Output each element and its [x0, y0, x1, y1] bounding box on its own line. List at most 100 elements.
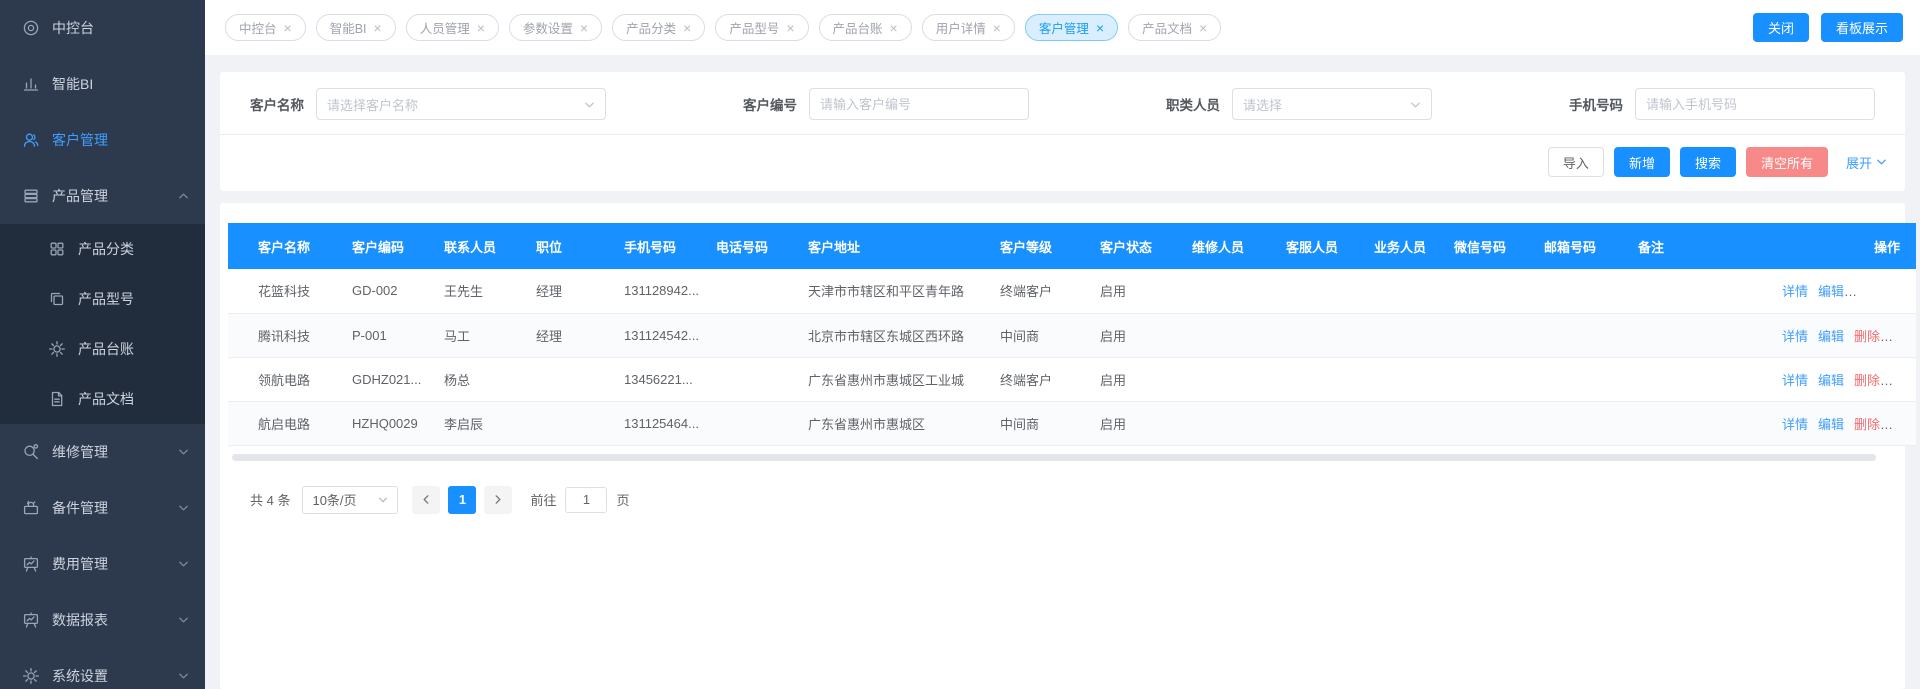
prev-page-button[interactable]: [412, 486, 440, 514]
filter-label-mobile: 手机号码: [1569, 94, 1623, 114]
sidebar-item-console[interactable]: 中控台: [0, 0, 205, 56]
delete-link[interactable]: 删除: [1860, 284, 1886, 299]
column-header: 操作: [1766, 223, 1916, 269]
table-cell: 腾讯科技: [228, 313, 346, 357]
table-cell: 领航电路: [228, 357, 346, 401]
close-tab-icon[interactable]: ×: [477, 21, 485, 35]
table-cell: 启用: [1094, 357, 1186, 401]
close-button[interactable]: 关闭: [1753, 13, 1809, 42]
customer-name-select[interactable]: 请选择客户名称: [316, 88, 606, 120]
close-tab-icon[interactable]: ×: [374, 21, 382, 35]
table-cell: [710, 357, 802, 401]
page-number-button[interactable]: 1: [448, 486, 476, 514]
horizontal-scrollbar[interactable]: [232, 454, 1893, 462]
sidebar-item-repair-mgmt[interactable]: 维修管理: [0, 424, 205, 480]
detail-link[interactable]: 详情: [1782, 284, 1808, 299]
row-actions: 详情编辑删除禁用: [1766, 401, 1916, 445]
chevron-down-icon: [178, 448, 189, 456]
kanban-button[interactable]: 看板展示: [1821, 13, 1903, 42]
table-cell: [1368, 269, 1448, 313]
filter-field-job-personnel: 职类人员请选择: [1166, 88, 1432, 120]
next-page-button[interactable]: [484, 486, 512, 514]
detail-link[interactable]: 详情: [1782, 417, 1808, 432]
tab-personnel-mgmt[interactable]: 人员管理×: [406, 14, 499, 41]
goto-suffix: 页: [616, 490, 629, 509]
tab-label: 中控台: [239, 18, 277, 37]
page-size-select[interactable]: 10条/页: [302, 486, 398, 514]
column-header: 客服人员: [1280, 223, 1368, 269]
tab-product-ledger[interactable]: 产品台账×: [819, 14, 912, 41]
goto-label: 前往: [530, 490, 556, 509]
close-tab-icon[interactable]: ×: [683, 21, 691, 35]
table-cell: [1448, 313, 1538, 357]
disable-link[interactable]: 禁用: [1896, 284, 1916, 299]
tab-product-docs[interactable]: 产品文档×: [1128, 14, 1221, 41]
sidebar-item-product-model[interactable]: 产品型号: [0, 274, 205, 324]
table-cell: 中间商: [994, 401, 1094, 445]
sidebar-item-product-category[interactable]: 产品分类: [0, 224, 205, 274]
tab-label: 客户管理: [1039, 18, 1089, 37]
job-personnel-select[interactable]: 请选择: [1232, 88, 1432, 120]
sidebar-item-smart-bi[interactable]: 智能BI: [0, 56, 205, 112]
clear-all-button[interactable]: 清空所有: [1746, 147, 1828, 177]
sidebar-item-product-mgmt[interactable]: 产品管理: [0, 168, 205, 224]
close-tab-icon[interactable]: ×: [580, 21, 588, 35]
tab-customer-mgmt[interactable]: 客户管理 ×: [1025, 14, 1118, 41]
table-cell: 广东省惠州市惠城区工业城: [802, 357, 994, 401]
horizontal-scrollbar-thumb[interactable]: [232, 454, 1876, 461]
delete-link[interactable]: 删除: [1854, 373, 1880, 388]
import-button[interactable]: 导入: [1548, 147, 1604, 177]
expand-filters-link[interactable]: 展开: [1846, 153, 1887, 172]
tab-product-model[interactable]: 产品型号×: [715, 14, 808, 41]
close-tab-icon[interactable]: ×: [993, 21, 1001, 35]
chevron-down-icon: [178, 616, 189, 624]
table-cell: 马工: [438, 313, 530, 357]
sidebar-item-product-docs[interactable]: 产品文档: [0, 374, 205, 424]
customer-code-input[interactable]: [809, 88, 1029, 120]
close-tab-icon[interactable]: ×: [284, 21, 292, 35]
sidebar-item-system-settings[interactable]: 系统设置: [0, 648, 205, 689]
add-button[interactable]: 新增: [1614, 147, 1670, 177]
sidebar: 中控台智能BI 客户管理产品管理产品分类产品型号产品台账产品文档维修管理备件管理费…: [0, 0, 205, 689]
edit-link[interactable]: 编辑: [1818, 284, 1844, 299]
table-cell: 经理: [530, 269, 618, 313]
close-tab-icon[interactable]: ×: [1199, 21, 1207, 35]
table-cell: 广东省惠州市惠城区: [802, 401, 994, 445]
disable-link[interactable]: 禁用: [1890, 417, 1916, 432]
disable-link[interactable]: 禁用: [1890, 373, 1916, 388]
filter-form-row: 客户名称请选择客户名称客户编号职类人员请选择手机号码: [220, 72, 1905, 134]
tab-product-category[interactable]: 产品分类×: [612, 14, 705, 41]
sidebar-item-spare-parts-mgmt[interactable]: 备件管理: [0, 480, 205, 536]
detail-link[interactable]: 详情: [1782, 373, 1808, 388]
detail-link[interactable]: 详情: [1782, 329, 1808, 344]
row-actions: 详情编辑删除禁用: [1766, 313, 1916, 357]
mobile-input[interactable]: [1635, 88, 1875, 120]
close-tab-icon[interactable]: ×: [890, 21, 898, 35]
sidebar-item-label: 产品型号: [78, 289, 189, 309]
table-cell: 13456221...: [618, 357, 710, 401]
delete-link[interactable]: 删除: [1854, 329, 1880, 344]
settings-icon: [22, 667, 40, 685]
disable-link[interactable]: 禁用: [1890, 329, 1916, 344]
table-cell: [710, 269, 802, 313]
edit-link[interactable]: 编辑: [1818, 329, 1844, 344]
edit-link[interactable]: 编辑: [1818, 417, 1844, 432]
close-tab-icon[interactable]: ×: [1096, 21, 1104, 35]
tab-user-detail[interactable]: 用户详情×: [922, 14, 1015, 41]
sidebar-item-expense-mgmt[interactable]: 费用管理: [0, 536, 205, 592]
sidebar-item-customer-mgmt[interactable]: 客户管理: [0, 112, 205, 168]
table-cell: 王先生: [438, 269, 530, 313]
close-tab-icon[interactable]: ×: [786, 21, 794, 35]
tab-console[interactable]: 中控台 ×: [225, 14, 306, 41]
delete-link[interactable]: 删除: [1854, 417, 1880, 432]
sidebar-item-label: 客户管理: [52, 130, 189, 150]
goto-page-input[interactable]: [565, 487, 607, 513]
edit-link[interactable]: 编辑: [1818, 373, 1844, 388]
column-header: 客户状态: [1094, 223, 1186, 269]
sidebar-item-data-reports[interactable]: 数据报表: [0, 592, 205, 648]
sidebar-item-product-ledger[interactable]: 产品台账: [0, 324, 205, 374]
sidebar-item-label: 中控台: [52, 18, 189, 38]
tab-parameter-settings[interactable]: 参数设置×: [509, 14, 602, 41]
search-button[interactable]: 搜索: [1680, 147, 1736, 177]
tab-smart-bi[interactable]: 智能BI×: [316, 14, 396, 41]
